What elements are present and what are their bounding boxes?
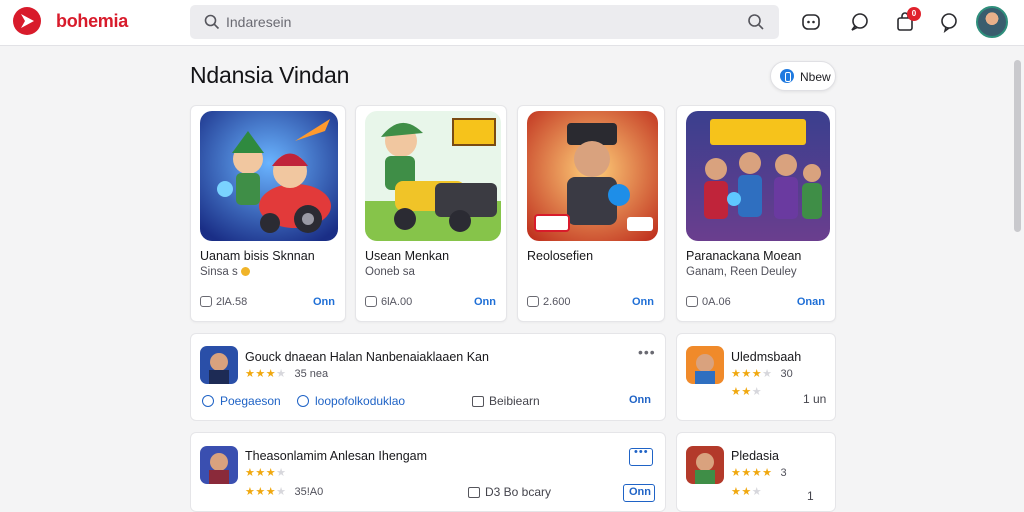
game-icon[interactable] — [686, 346, 724, 384]
list-item[interactable]: Theasonlamim Anlesan Ihengam ★★★★ ★★★★ 35… — [190, 432, 666, 512]
rating-stars-secondary: ★★★★ 35!A0 — [245, 486, 324, 498]
card-title[interactable]: Uanam bisis Sknnan — [200, 249, 315, 263]
search-bar[interactable] — [190, 5, 779, 39]
list-item-title[interactable]: Uledmsbaah — [731, 350, 801, 364]
link-secondary[interactable]: loopofolkoduklao — [297, 394, 405, 408]
comment-icon — [527, 296, 539, 307]
notification-badge: 0 — [907, 7, 921, 21]
comment-icon — [365, 296, 377, 307]
game-card[interactable]: Usean Menkan Ooneb sa 6lA.00 Onn — [355, 105, 507, 322]
new-icon — [780, 69, 794, 83]
chat-icon[interactable] — [848, 11, 870, 33]
top-bar: bohemia 0 — [0, 0, 1024, 46]
list-item[interactable]: Uledmsbaah ★★★★ 30 ★★★ 1 un — [676, 333, 836, 421]
link-primary[interactable]: Poegaeson — [202, 394, 281, 408]
card-count: 2lA.58 — [200, 296, 247, 308]
card-title[interactable]: Usean Menkan — [365, 249, 449, 263]
row-label: Beibiearn — [472, 394, 540, 408]
game-card[interactable]: Reolosefien 2.600 Onn — [517, 105, 665, 322]
more-options-icon[interactable]: ••• — [638, 344, 656, 360]
new-button[interactable]: Nbew — [770, 61, 836, 91]
coin-icon — [240, 267, 250, 276]
search-icon — [204, 14, 220, 30]
row-label: D3 Bo bcary — [468, 485, 551, 499]
game-icon[interactable] — [200, 446, 238, 484]
game-icon[interactable] — [686, 446, 724, 484]
help-icon[interactable] — [938, 11, 960, 33]
search-input[interactable] — [226, 5, 726, 39]
row-open-button[interactable]: Onn — [623, 484, 655, 502]
link-icon — [297, 395, 309, 407]
list-item[interactable]: Pledasia ★★★★ 3 ★★★ 1 — [676, 432, 836, 512]
card-count: 0A.06 — [686, 296, 731, 308]
rating-stars-secondary: ★★★ — [731, 386, 763, 398]
card-subtitle: Sinsa s — [200, 266, 250, 278]
list-item-title[interactable]: Pledasia — [731, 449, 779, 463]
page-title: Ndansia Vindan — [190, 62, 350, 88]
card-count: 6lA.00 — [365, 296, 412, 308]
search-submit-icon[interactable] — [747, 13, 765, 31]
card-open-button[interactable]: Onn — [313, 296, 335, 308]
row-meta: 1 — [807, 489, 814, 503]
card-title[interactable]: Paranackana Moean — [686, 249, 801, 263]
card-open-button[interactable]: Onan — [797, 296, 825, 308]
card-title[interactable]: Reolosefien — [527, 249, 593, 263]
avatar[interactable] — [976, 6, 1008, 38]
rating-stars: ★★★★ — [245, 467, 287, 479]
list-item-title[interactable]: Theasonlamim Anlesan Ihengam — [245, 449, 427, 463]
rating-stars-secondary: ★★★ — [731, 486, 763, 498]
game-card[interactable]: Paranackana Moean Ganam, Reen Deuley 0A.… — [676, 105, 836, 322]
card-subtitle: Ooneb sa — [365, 266, 415, 278]
document-icon — [468, 487, 480, 498]
game-card[interactable]: Uanam bisis Sknnan Sinsa s 2lA.58 Onn — [190, 105, 346, 322]
card-count: 2.600 — [527, 296, 571, 308]
rating-stars: ★★★★ 30 — [731, 368, 793, 380]
card-open-button[interactable]: Onn — [632, 296, 654, 308]
game-thumbnail[interactable] — [686, 111, 830, 241]
comment-icon — [200, 296, 212, 307]
brand-name: bohemia — [56, 11, 128, 31]
list-item-title[interactable]: Gouck dnaean Halan Nanbenaiaklaaen Kan — [245, 350, 489, 364]
logo-icon[interactable] — [12, 6, 42, 36]
game-thumbnail[interactable] — [200, 111, 338, 241]
document-icon — [472, 396, 484, 407]
row-open-button[interactable]: Onn — [629, 394, 651, 406]
row-meta: 1 un — [803, 392, 827, 406]
card-subtitle: Ganam, Reen Deuley — [686, 266, 797, 278]
game-icon[interactable] — [200, 346, 238, 384]
new-button-label: Nbew — [800, 70, 831, 84]
link-icon — [202, 395, 214, 407]
vertical-scrollbar[interactable] — [1014, 60, 1021, 232]
comment-icon — [686, 296, 698, 307]
game-thumbnail[interactable] — [527, 111, 658, 241]
controller-icon[interactable] — [800, 11, 822, 33]
more-options-button[interactable]: ••• — [629, 446, 653, 466]
list-item[interactable]: Gouck dnaean Halan Nanbenaiaklaaen Kan ★… — [190, 333, 666, 421]
rating-stars: ★★★★ 3 — [731, 467, 787, 479]
game-thumbnail[interactable] — [365, 111, 501, 241]
card-open-button[interactable]: Onn — [474, 296, 496, 308]
rating-stars: ★★★★ 35 nea — [245, 368, 329, 380]
